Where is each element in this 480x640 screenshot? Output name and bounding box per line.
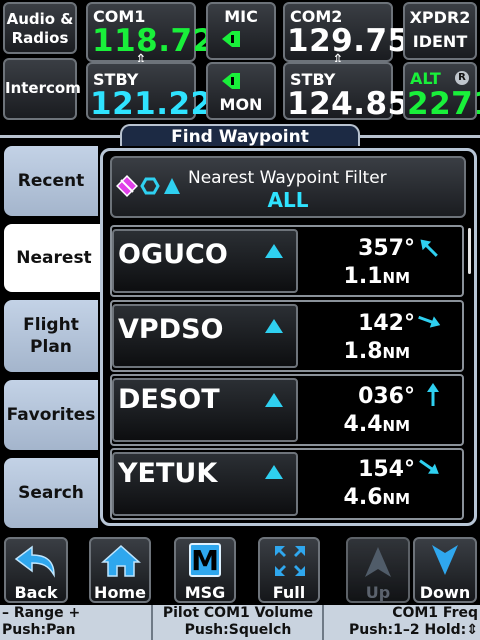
distance-unit: NM xyxy=(382,417,410,435)
mic-button[interactable]: MIC xyxy=(206,2,276,60)
status-left: – Range + Push:Pan xyxy=(2,605,150,640)
home-label: Home xyxy=(94,583,146,602)
intersection-icon xyxy=(265,393,283,407)
xpdr-label: XPDR2 xyxy=(409,8,471,27)
intersection-icon xyxy=(265,465,283,479)
mic-indicator-icon xyxy=(222,31,240,47)
back-arrow-icon xyxy=(14,545,55,578)
mon-button[interactable]: MON xyxy=(206,62,276,120)
xpdr-mode-button[interactable]: ALT R 2271 xyxy=(403,62,480,122)
full-button[interactable]: Full xyxy=(258,537,320,603)
home-icon xyxy=(101,544,141,577)
xpdr-ident-button[interactable]: XPDR2 IDENT xyxy=(403,2,477,60)
waypoint-button[interactable]: OGUCO xyxy=(112,229,298,293)
waypoint-bearing: 357° xyxy=(358,236,415,261)
list-scrollbar[interactable] xyxy=(468,228,471,274)
full-label: Full xyxy=(272,583,306,602)
audio-radios-label: Audio & Radios xyxy=(6,10,74,47)
tab-nearest-label: Nearest xyxy=(16,248,92,268)
intercom-button[interactable]: Intercom xyxy=(3,58,81,120)
status-divider xyxy=(151,605,153,640)
com2-standby-button[interactable]: STBY 124.85 xyxy=(283,62,409,122)
intercom-label: Intercom xyxy=(5,79,81,97)
distance-value: 1.8 xyxy=(343,339,383,364)
mic-label: MIC xyxy=(224,7,258,26)
up-button[interactable]: Up xyxy=(346,537,410,603)
tab-nearest[interactable]: Nearest xyxy=(4,224,104,292)
waypoint-bearing: 142° xyxy=(358,311,415,336)
waypoint-distance: 1.8NM xyxy=(320,339,410,364)
back-button[interactable]: Back xyxy=(4,537,68,603)
waypoint-button[interactable]: YETUK xyxy=(112,452,298,516)
distance-unit: NM xyxy=(382,269,410,287)
status-left-top: – Range + xyxy=(2,605,81,621)
distance-value: 4.4 xyxy=(343,412,383,437)
waypoint-name: VPDSO xyxy=(118,314,224,345)
waypoint-bearing: 036° xyxy=(358,384,415,409)
com2-standby-frequency: 124.85 xyxy=(287,86,410,122)
com2-active-frequency: 129.75 xyxy=(287,23,410,59)
waypoint-filter-button[interactable]: Nearest Waypoint Filter ALL xyxy=(110,156,466,218)
msg-icon: M xyxy=(189,543,221,577)
tab-flight-plan[interactable]: Flight Plan xyxy=(4,300,98,372)
tab-recent-label: Recent xyxy=(17,171,85,191)
waypoint-name: DESOT xyxy=(118,384,220,415)
com1-standby-frequency: 121.22 xyxy=(90,86,213,122)
com1-active-frequency: 118.72 xyxy=(92,23,215,59)
waypoint-name: YETUK xyxy=(118,458,218,489)
ident-label: IDENT xyxy=(412,32,468,51)
bearing-arrow-icon xyxy=(427,383,439,406)
waypoint-distance: 4.4NM xyxy=(320,412,410,437)
waypoint-button[interactable]: VPDSO xyxy=(112,304,298,368)
page-title: Find Waypoint xyxy=(120,124,360,147)
filter-value: ALL xyxy=(267,188,309,212)
status-mid-top: Pilot COM1 Volume xyxy=(162,605,314,621)
distance-unit: NM xyxy=(382,490,410,508)
msg-icon-letter: M xyxy=(191,544,219,577)
down-button[interactable]: Down xyxy=(413,537,477,603)
filter-title: Nearest Waypoint Filter xyxy=(188,168,387,188)
tab-flight-plan-label: Flight Plan xyxy=(23,315,79,357)
reply-badge-icon: R xyxy=(455,71,469,85)
reply-badge-letter: R xyxy=(458,72,466,83)
up-label: Up xyxy=(365,583,391,602)
status-right: COM1 Freq Push:1–2 Hold:⇕ xyxy=(325,605,478,640)
status-right-bottom: Push:1–2 Hold:⇕ xyxy=(349,622,478,638)
msg-label: MSG xyxy=(184,583,226,602)
down-arrow-icon xyxy=(432,545,458,575)
tab-search[interactable]: Search xyxy=(4,458,98,528)
distance-value: 1.1 xyxy=(343,264,383,289)
back-label: Back xyxy=(14,583,58,602)
status-middle: Pilot COM1 Volume Push:Squelch xyxy=(154,605,322,640)
status-right-top: COM1 Freq xyxy=(392,605,478,621)
waypoint-type-icons xyxy=(116,175,180,197)
mon-label: MON xyxy=(219,95,263,114)
waypoint-distance: 1.1NM xyxy=(320,264,410,289)
waypoint-distance: 4.6NM xyxy=(320,485,410,510)
waypoint-bearing: 154° xyxy=(358,457,415,482)
tab-search-label: Search xyxy=(18,483,84,503)
waypoint-name: OGUCO xyxy=(118,239,228,270)
intersection-icon xyxy=(265,244,283,258)
up-arrow-icon xyxy=(365,547,391,577)
msg-button[interactable]: M MSG xyxy=(174,537,236,603)
home-button[interactable]: Home xyxy=(89,537,151,603)
audio-radios-button[interactable]: Audio & Radios xyxy=(3,2,77,54)
status-mid-bottom: Push:Squelch xyxy=(184,622,292,638)
waypoint-button[interactable]: DESOT xyxy=(112,378,298,442)
distance-value: 4.6 xyxy=(343,485,383,510)
intersection-icon xyxy=(265,319,283,333)
squawk-code: 2271 xyxy=(407,86,480,122)
tab-favorites[interactable]: Favorites xyxy=(4,380,98,450)
tab-recent[interactable]: Recent xyxy=(4,146,98,216)
mon-indicator-icon xyxy=(222,73,240,89)
tab-favorites-label: Favorites xyxy=(6,405,96,425)
status-left-bottom: Push:Pan xyxy=(2,622,76,638)
fullscreen-icon xyxy=(275,546,305,576)
down-label: Down xyxy=(419,583,471,602)
com1-standby-button[interactable]: STBY 121.22 xyxy=(86,62,212,122)
status-divider xyxy=(322,605,324,640)
distance-unit: NM xyxy=(382,344,410,362)
